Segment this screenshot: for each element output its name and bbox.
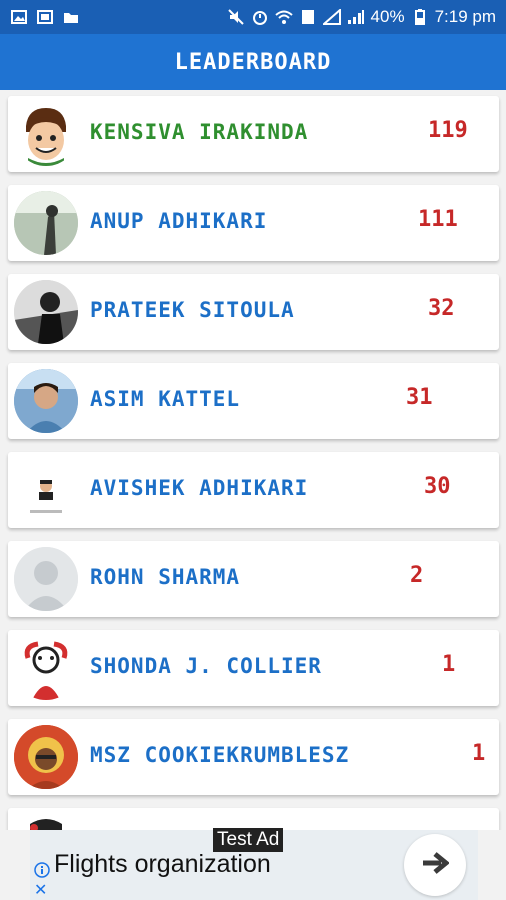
player-name: ASIM KATTEL (90, 387, 241, 411)
player-name: ROHN SHARMA (90, 565, 241, 589)
app-icon (36, 9, 54, 25)
avatar (14, 191, 78, 255)
avatar (14, 547, 78, 611)
mute-icon (227, 9, 245, 25)
player-score: 31 (406, 385, 433, 410)
leaderboard-row[interactable]: MSZ COOKIEKRUMBLESZ 1 (8, 719, 499, 795)
player-score: 32 (428, 296, 455, 321)
app-bar: LEADERBOARD (0, 34, 506, 90)
avatar (14, 636, 78, 700)
page-title: LEADERBOARD (174, 49, 332, 75)
close-ad-icon[interactable]: ✕ (34, 880, 47, 900)
player-score: 119 (428, 118, 468, 143)
ad-arrow-button[interactable] (404, 834, 466, 896)
player-score: 30 (424, 474, 451, 499)
player-name: PRATEEK SITOULA (90, 298, 295, 322)
player-name: MSZ COOKIEKRUMBLESZ (90, 743, 350, 767)
ad-banner[interactable]: Test Ad ✕ Flights organization (30, 828, 478, 900)
leaderboard-row[interactable]: KENSIVA IRAKINDA 119 (8, 96, 499, 172)
avatar (14, 102, 78, 166)
leaderboard-row[interactable] (8, 808, 499, 830)
signal-bars-icon (347, 9, 365, 25)
player-score: 1 (442, 652, 456, 677)
avatar (14, 369, 78, 433)
leaderboard-row[interactable]: ASIM KATTEL 31 (8, 363, 499, 439)
player-name: ANUP ADHIKARI (90, 209, 268, 233)
battery-icon (411, 9, 429, 25)
ad-text[interactable]: Flights organization (54, 850, 271, 879)
info-icon[interactable] (34, 862, 50, 878)
avatar (14, 814, 78, 830)
avatar (14, 458, 78, 522)
clock: 7:19 pm (434, 7, 496, 26)
notification-icons (10, 9, 80, 25)
player-name: AVISHEK ADHIKARI (90, 476, 309, 500)
battery-percent: 40% (370, 7, 405, 26)
signal-icon (322, 9, 341, 25)
leaderboard-row[interactable]: PRATEEK SITOULA 32 (8, 274, 499, 350)
alarm-icon (251, 9, 269, 25)
leaderboard-list[interactable]: KENSIVA IRAKINDA 119 ANUP ADHIKARI 111 P… (0, 90, 506, 830)
image-icon (10, 9, 28, 25)
arrow-right-icon (421, 851, 450, 879)
player-name: KENSIVA IRAKINDA (90, 120, 309, 144)
sim-icon (299, 9, 317, 25)
leaderboard-row[interactable]: AVISHEK ADHIKARI 30 (8, 452, 499, 528)
test-ad-label: Test Ad (213, 828, 284, 852)
wifi-icon (274, 9, 293, 25)
leaderboard-row[interactable]: ANUP ADHIKARI 111 (8, 185, 499, 261)
system-icons: 40% 7:19 pm (227, 7, 496, 27)
player-score: 111 (418, 207, 458, 232)
leaderboard-row[interactable]: SHONDA J. COLLIER 1 (8, 630, 499, 706)
leaderboard-row[interactable]: ROHN SHARMA 2 (8, 541, 499, 617)
status-bar: 40% 7:19 pm (0, 0, 506, 34)
player-score: 1 (472, 741, 486, 766)
avatar (14, 725, 78, 789)
folder-icon (62, 9, 80, 25)
player-name: SHONDA J. COLLIER (90, 654, 322, 678)
avatar (14, 280, 78, 344)
player-score: 2 (410, 563, 424, 588)
